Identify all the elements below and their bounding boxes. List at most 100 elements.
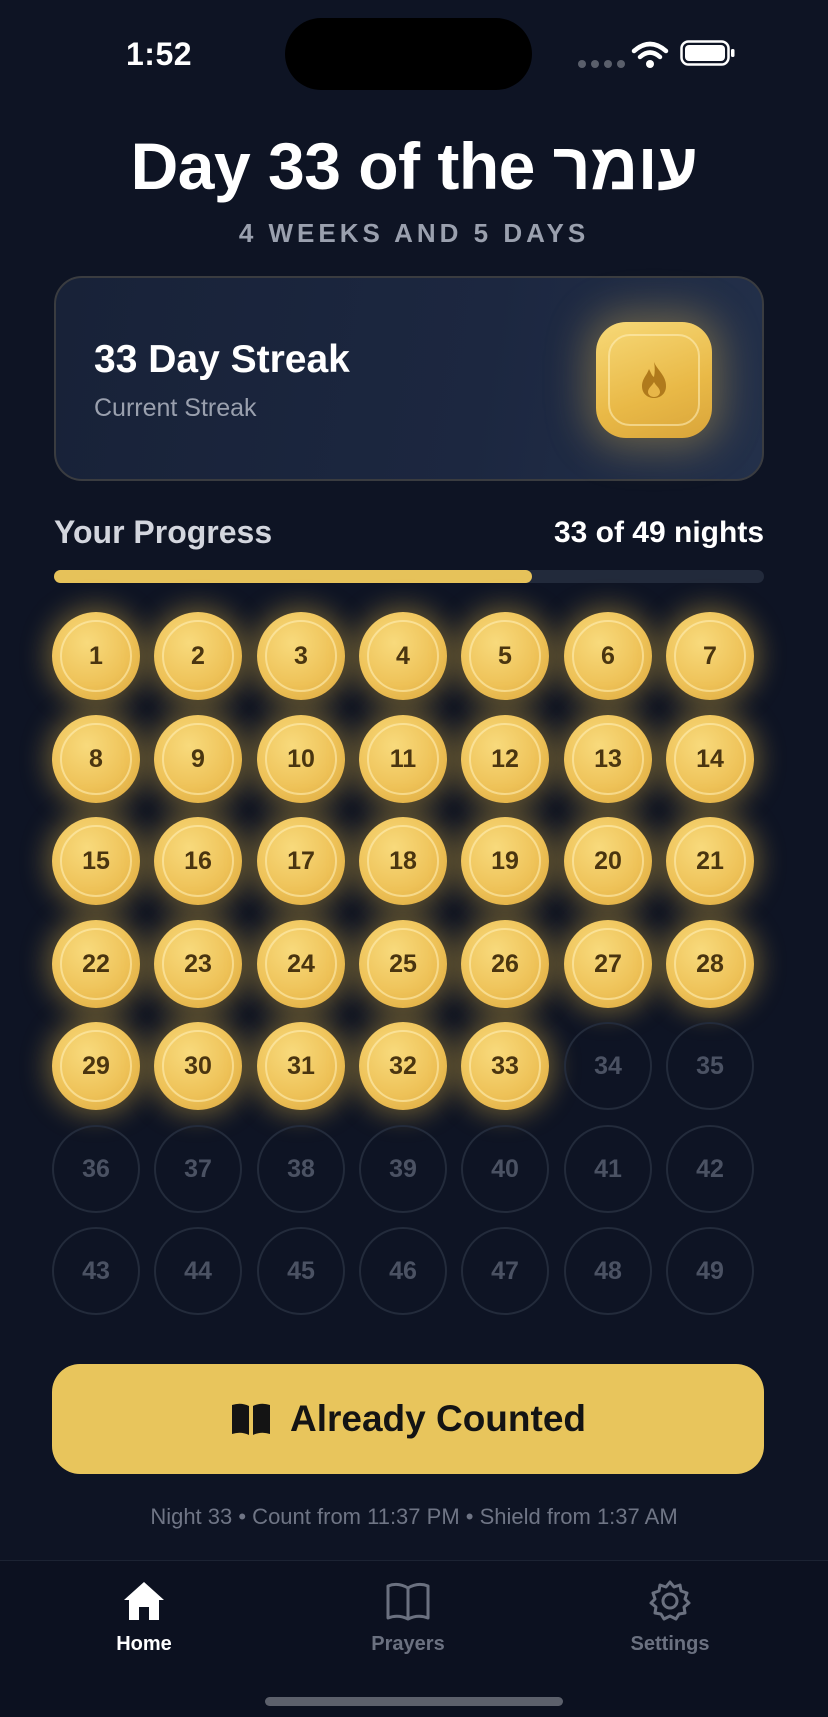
- tab-home[interactable]: Home: [54, 1579, 234, 1656]
- day-circle[interactable]: 39: [359, 1125, 447, 1213]
- day-circle[interactable]: 13: [564, 715, 652, 803]
- day-number: 20: [594, 846, 622, 875]
- day-number: 40: [491, 1154, 519, 1183]
- day-circle[interactable]: 40: [461, 1125, 549, 1213]
- day-circle[interactable]: 36: [52, 1125, 140, 1213]
- already-counted-button[interactable]: Already Counted: [52, 1364, 764, 1474]
- day-circle[interactable]: 20: [564, 817, 652, 905]
- cellular-signal-icon: [578, 60, 625, 68]
- day-circle[interactable]: 25: [359, 920, 447, 1008]
- day-circle[interactable]: 44: [154, 1227, 242, 1315]
- day-number: 6: [601, 641, 615, 670]
- day-circle[interactable]: 11: [359, 715, 447, 803]
- day-circle[interactable]: 47: [461, 1227, 549, 1315]
- day-number: 42: [696, 1154, 724, 1183]
- day-number: 43: [82, 1256, 110, 1285]
- day-circle[interactable]: 21: [666, 817, 754, 905]
- day-circle[interactable]: 18: [359, 817, 447, 905]
- day-circle[interactable]: 5: [461, 612, 549, 700]
- day-circle[interactable]: 42: [666, 1125, 754, 1213]
- home-indicator: [265, 1697, 563, 1706]
- day-number: 28: [696, 949, 724, 978]
- day-number: 32: [389, 1051, 417, 1080]
- day-circle[interactable]: 30: [154, 1022, 242, 1110]
- day-number: 22: [82, 949, 110, 978]
- day-number: 26: [491, 949, 519, 978]
- day-circle[interactable]: 14: [666, 715, 754, 803]
- day-circle[interactable]: 38: [257, 1125, 345, 1213]
- dynamic-island: [285, 18, 532, 90]
- day-circle[interactable]: 29: [52, 1022, 140, 1110]
- day-circle[interactable]: 31: [257, 1022, 345, 1110]
- day-circle[interactable]: 8: [52, 715, 140, 803]
- day-circle[interactable]: 28: [666, 920, 754, 1008]
- day-number: 9: [191, 744, 205, 773]
- day-circle[interactable]: 37: [154, 1125, 242, 1213]
- streak-card: 33 Day Streak Current Streak: [54, 276, 764, 481]
- battery-icon: [680, 40, 735, 66]
- day-number: 19: [491, 846, 519, 875]
- status-bar: 1:52: [0, 0, 828, 110]
- day-circle[interactable]: 17: [257, 817, 345, 905]
- day-circle[interactable]: 33: [461, 1022, 549, 1110]
- day-circle[interactable]: 12: [461, 715, 549, 803]
- day-number: 1: [89, 641, 103, 670]
- day-number: 14: [696, 744, 724, 773]
- day-number: 15: [82, 846, 110, 875]
- day-circle[interactable]: 49: [666, 1227, 754, 1315]
- day-circle[interactable]: 48: [564, 1227, 652, 1315]
- day-number: 4: [396, 641, 410, 670]
- tab-settings-label: Settings: [630, 1633, 710, 1655]
- timing-footnote: Night 33 • Count from 11:37 PM • Shield …: [150, 1504, 678, 1529]
- day-circle[interactable]: 19: [461, 817, 549, 905]
- streak-title: 33 Day Streak: [94, 338, 350, 381]
- day-circle[interactable]: 32: [359, 1022, 447, 1110]
- day-number: 11: [389, 744, 417, 773]
- tab-prayers[interactable]: Prayers: [318, 1579, 498, 1656]
- already-counted-label: Already Counted: [289, 1398, 587, 1439]
- day-number: 47: [491, 1256, 519, 1285]
- day-number: 49: [696, 1256, 724, 1285]
- day-grid: 1 2 3 4 5 6 7 8 9 10 11 12 13 14 15 16 17 18 19 20 21 22 23 24 2…: [52, 612, 768, 1315]
- gear-icon: [649, 1580, 691, 1621]
- day-number: 34: [594, 1051, 622, 1080]
- day-number: 18: [389, 846, 417, 875]
- day-number: 45: [287, 1256, 315, 1285]
- day-circle[interactable]: 23: [154, 920, 242, 1008]
- day-circle[interactable]: 22: [52, 920, 140, 1008]
- day-circle[interactable]: 3: [257, 612, 345, 700]
- day-circle[interactable]: 7: [666, 612, 754, 700]
- day-number: 41: [594, 1154, 622, 1183]
- day-circle[interactable]: 26: [461, 920, 549, 1008]
- day-number: 12: [491, 744, 519, 773]
- day-circle[interactable]: 34: [564, 1022, 652, 1110]
- tab-settings[interactable]: Settings: [580, 1579, 760, 1656]
- day-circle[interactable]: 15: [52, 817, 140, 905]
- day-number: 31: [287, 1051, 315, 1080]
- day-circle[interactable]: 10: [257, 715, 345, 803]
- day-circle[interactable]: 43: [52, 1227, 140, 1315]
- day-circle[interactable]: 9: [154, 715, 242, 803]
- day-circle[interactable]: 16: [154, 817, 242, 905]
- day-circle[interactable]: 6: [564, 612, 652, 700]
- flame-icon: [642, 362, 666, 398]
- tab-bar: Home Prayers Settings: [0, 1560, 828, 1717]
- day-circle[interactable]: 46: [359, 1227, 447, 1315]
- day-number: 44: [184, 1256, 212, 1285]
- book-open-icon: [386, 1582, 430, 1621]
- day-number: 16: [184, 846, 212, 875]
- day-number: 8: [89, 744, 103, 773]
- progress-bar-fill: [54, 570, 532, 583]
- day-circle[interactable]: 2: [154, 612, 242, 700]
- day-number: 38: [287, 1154, 315, 1183]
- day-circle[interactable]: 4: [359, 612, 447, 700]
- day-circle[interactable]: 45: [257, 1227, 345, 1315]
- day-circle[interactable]: 27: [564, 920, 652, 1008]
- day-number: 10: [287, 744, 315, 773]
- day-circle[interactable]: 35: [666, 1022, 754, 1110]
- day-circle[interactable]: 41: [564, 1125, 652, 1213]
- day-circle[interactable]: 1: [52, 612, 140, 700]
- day-circle[interactable]: 24: [257, 920, 345, 1008]
- day-number: 35: [696, 1051, 724, 1080]
- tab-prayers-label: Prayers: [371, 1633, 445, 1655]
